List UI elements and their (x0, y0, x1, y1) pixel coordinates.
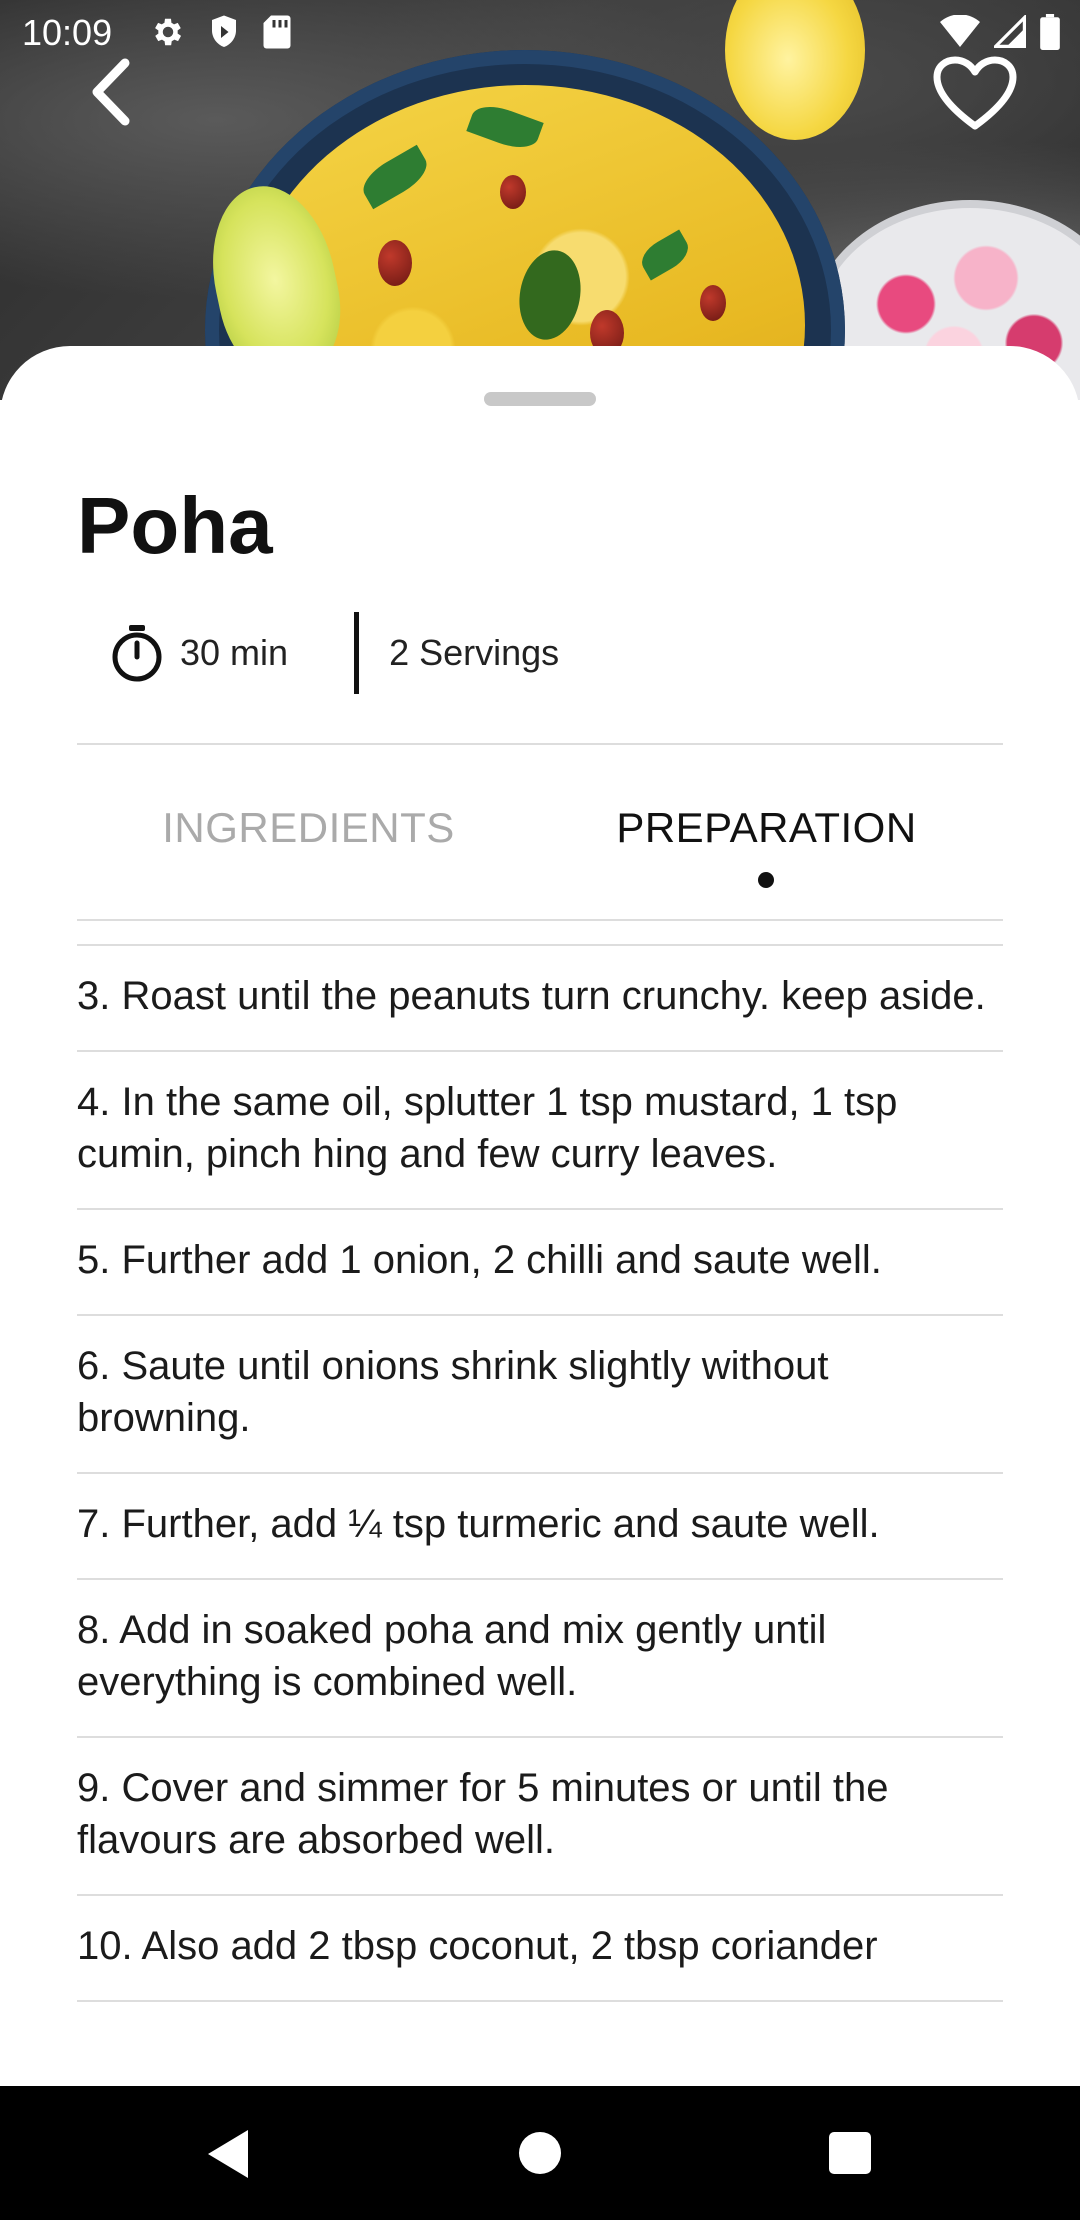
chevron-left-icon (92, 58, 130, 126)
list-item: 6. Saute until onions shrink slightly wi… (77, 1316, 1003, 1474)
status-icons-left (150, 14, 292, 55)
tab-ingredients[interactable]: INGREDIENTS (77, 766, 540, 896)
battery-icon (1040, 14, 1060, 55)
nav-home-icon[interactable] (519, 2132, 561, 2174)
timer-icon (112, 625, 162, 682)
favorite-button[interactable] (925, 46, 1025, 142)
recipe-meta-row: 30 min 2 Servings (110, 611, 559, 695)
sheet-drag-handle[interactable] (484, 392, 596, 406)
tab-preparation-label: PREPARATION (616, 804, 917, 851)
tab-preparation[interactable]: PREPARATION (535, 766, 998, 896)
back-button[interactable] (70, 52, 150, 132)
nav-back-icon[interactable] (200, 2124, 260, 2184)
list-item: 10. Also add 2 tbsp coconut, 2 tbsp cori… (77, 1896, 1003, 2002)
list-item: 3. Roast until the peanuts turn crunchy.… (77, 946, 1003, 1052)
peanut-decoration (378, 240, 412, 286)
status-time: 10:09 (22, 12, 113, 53)
nav-recents-icon[interactable] (829, 2132, 871, 2174)
list-item: 4. In the same oil, splutter 1 tsp musta… (77, 1052, 1003, 1210)
list-item: 9. Cover and simmer for 5 minutes or unt… (77, 1738, 1003, 1896)
peanut-decoration (700, 285, 726, 321)
recipe-title: Poha (77, 481, 273, 570)
system-nav-bar (0, 2086, 1080, 2220)
meta-divider (354, 612, 360, 694)
divider (77, 919, 1003, 921)
sd-card-icon (262, 14, 292, 55)
list-top-rule (77, 922, 1003, 946)
preparation-steps-list[interactable]: 3. Roast until the peanuts turn crunchy.… (77, 922, 1003, 2042)
selected-tab-indicator (758, 872, 774, 888)
prep-time: 30 min (180, 632, 289, 673)
status-bar: 10:09 (0, 0, 1080, 66)
peanut-decoration (500, 175, 526, 209)
servings: 2 Servings (389, 632, 560, 673)
list-item: 5. Further add 1 onion, 2 chilli and sau… (77, 1210, 1003, 1316)
gear-icon (150, 14, 186, 55)
divider (77, 743, 1003, 745)
shield-icon (208, 14, 240, 55)
list-item: 7. Further, add ¼ tsp turmeric and saute… (77, 1474, 1003, 1580)
recipe-detail-screen: 10:09 Poha 30 min 2 Servings INGREDIENTS… (0, 0, 1080, 2220)
recipe-tabs: INGREDIENTS PREPARATION (77, 766, 1003, 896)
list-item: 8. Add in soaked poha and mix gently unt… (77, 1580, 1003, 1738)
tab-ingredients-label: INGREDIENTS (162, 804, 455, 851)
recipe-sheet: Poha 30 min 2 Servings INGREDIENTS PREPA… (0, 346, 1080, 2086)
heart-outline-icon (933, 56, 1017, 130)
steps-list: 3. Roast until the peanuts turn crunchy.… (77, 922, 1003, 2002)
